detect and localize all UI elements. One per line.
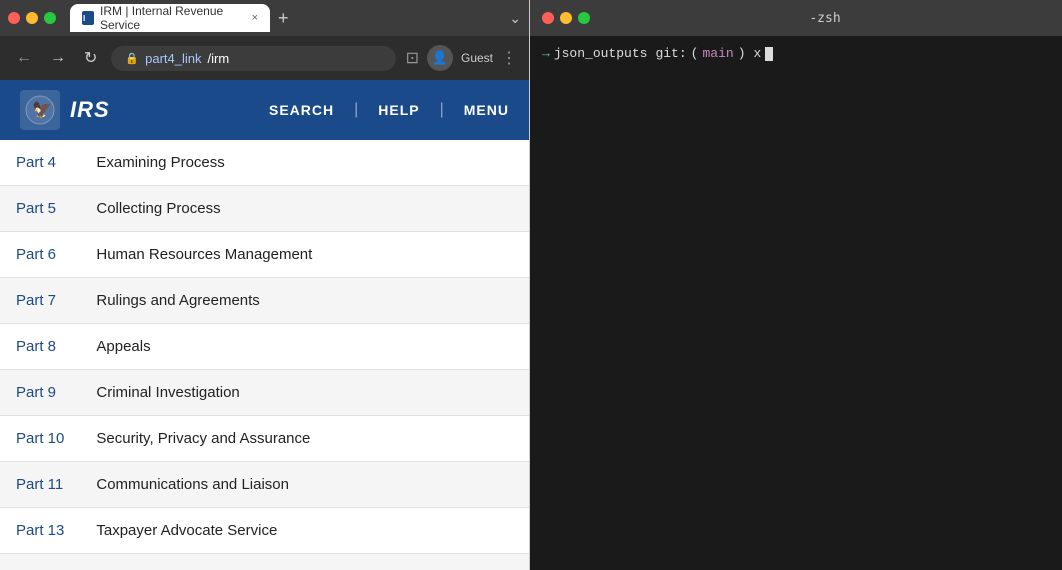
terminal-minimize-btn[interactable] — [560, 12, 572, 24]
url-path: /irm — [207, 51, 229, 66]
part20-desc: Penalty and Interest — [80, 554, 529, 570]
nav-divider-1: | — [354, 101, 358, 119]
help-nav-btn[interactable]: HELP — [378, 102, 419, 118]
prompt-git-paren-close: ) — [738, 44, 746, 64]
profile-btn[interactable]: 👤 — [427, 45, 453, 71]
menu-btn[interactable]: ⋮ — [501, 48, 517, 68]
irs-website: 🦅 IRS SEARCH | HELP | MENU Part 4 Examin… — [0, 80, 529, 570]
window-maximize-btn[interactable] — [44, 12, 56, 24]
part5-link[interactable]: Part 5 — [16, 200, 56, 217]
prompt-branch: main — [702, 44, 733, 64]
nav-divider-2: | — [440, 101, 444, 119]
window-controls — [8, 12, 56, 24]
terminal-cursor — [765, 47, 773, 61]
prompt-command: json_outputs — [554, 44, 648, 64]
terminal-panel: -zsh → json_outputs git:(main) x — [530, 0, 1062, 570]
table-row: Part 9 Criminal Investigation — [0, 370, 529, 416]
browser-panel: I IRM | Internal Revenue Service × + ⌄ ←… — [0, 0, 530, 570]
profile-icon: 👤 — [432, 50, 448, 66]
terminal-close-btn[interactable] — [542, 12, 554, 24]
irs-content: Part 4 Examining Process Part 5 Collecti… — [0, 140, 529, 570]
prompt-x: x — [754, 44, 762, 64]
svg-text:I: I — [83, 14, 85, 23]
part13-desc: Taxpayer Advocate Service — [80, 508, 529, 554]
back-btn[interactable]: ← — [12, 47, 36, 69]
prompt-git-paren-open: ( — [691, 44, 699, 64]
browser-actions: ⊡ 👤 Guest ⋮ — [406, 45, 517, 71]
search-nav-btn[interactable]: SEARCH — [269, 102, 334, 118]
irs-eagle-icon: 🦅 — [20, 90, 60, 130]
table-row: Part 4 Examining Process — [0, 140, 529, 186]
part11-link[interactable]: Part 11 — [16, 476, 63, 493]
url-domain: part4_link — [145, 51, 201, 66]
part10-link[interactable]: Part 10 — [16, 430, 64, 447]
terminal-maximize-btn[interactable] — [578, 12, 590, 24]
table-row: Part 6 Human Resources Management — [0, 232, 529, 278]
extensions-btn[interactable]: ⊡ — [406, 48, 419, 68]
part6-link[interactable]: Part 6 — [16, 246, 56, 263]
tab-menu-btn[interactable]: ⌄ — [509, 10, 521, 27]
part6-desc: Human Resources Management — [80, 232, 529, 278]
prompt-arrow: → — [542, 44, 550, 64]
window-minimize-btn[interactable] — [26, 12, 38, 24]
table-row: Part 8 Appeals — [0, 324, 529, 370]
part4-desc: Examining Process — [80, 140, 529, 186]
part9-desc: Criminal Investigation — [80, 370, 529, 416]
part4-link[interactable]: Part 4 — [16, 154, 56, 171]
part5-desc: Collecting Process — [80, 186, 529, 232]
tab-bar: I IRM | Internal Revenue Service × + ⌄ — [0, 0, 529, 36]
terminal-prompt: → json_outputs git:(main) x — [542, 44, 1050, 64]
table-row: Part 5 Collecting Process — [0, 186, 529, 232]
part13-link[interactable]: Part 13 — [16, 522, 64, 539]
terminal-window-controls — [542, 12, 590, 24]
tab-close-btn[interactable]: × — [252, 12, 258, 24]
irs-logo-text: IRS — [70, 97, 110, 123]
part8-desc: Appeals — [80, 324, 529, 370]
part11-desc: Communications and Liaison — [80, 462, 529, 508]
new-tab-btn[interactable]: + — [278, 8, 289, 29]
irs-navigation: SEARCH | HELP | MENU — [269, 101, 509, 119]
terminal-body[interactable]: → json_outputs git:(main) x — [530, 36, 1062, 570]
table-row: Part 7 Rulings and Agreements — [0, 278, 529, 324]
tab-favicon: I — [82, 11, 94, 25]
active-tab[interactable]: I IRM | Internal Revenue Service × — [70, 4, 270, 32]
refresh-btn[interactable]: ↻ — [80, 46, 101, 70]
irs-header: 🦅 IRS SEARCH | HELP | MENU — [0, 80, 529, 140]
tab-title: IRM | Internal Revenue Service — [100, 4, 242, 32]
lock-icon: 🔒 — [125, 52, 139, 65]
terminal-title-text: -zsh — [600, 11, 1050, 26]
menu-nav-btn[interactable]: MENU — [464, 102, 509, 118]
irs-logo: 🦅 IRS — [20, 90, 110, 130]
part8-link[interactable]: Part 8 — [16, 338, 56, 355]
forward-btn[interactable]: → — [46, 47, 70, 69]
address-bar: ← → ↻ 🔒 part4_link/irm ⊡ 👤 Guest ⋮ — [0, 36, 529, 80]
part7-link[interactable]: Part 7 — [16, 292, 56, 309]
window-close-btn[interactable] — [8, 12, 20, 24]
profile-label: Guest — [461, 51, 493, 65]
part7-desc: Rulings and Agreements — [80, 278, 529, 324]
table-row: Part 11 Communications and Liaison — [0, 462, 529, 508]
parts-table: Part 4 Examining Process Part 5 Collecti… — [0, 140, 529, 570]
browser-chrome: I IRM | Internal Revenue Service × + ⌄ ←… — [0, 0, 529, 80]
url-bar[interactable]: 🔒 part4_link/irm — [111, 46, 395, 71]
terminal-title-bar: -zsh — [530, 0, 1062, 36]
table-row: Part 13 Taxpayer Advocate Service — [0, 508, 529, 554]
table-row: Part 20 Penalty and Interest — [0, 554, 529, 570]
part9-link[interactable]: Part 9 — [16, 384, 56, 401]
prompt-git-label: git: — [655, 44, 686, 64]
svg-text:🦅: 🦅 — [32, 100, 52, 119]
table-row: Part 10 Security, Privacy and Assurance — [0, 416, 529, 462]
part10-desc: Security, Privacy and Assurance — [80, 416, 529, 462]
